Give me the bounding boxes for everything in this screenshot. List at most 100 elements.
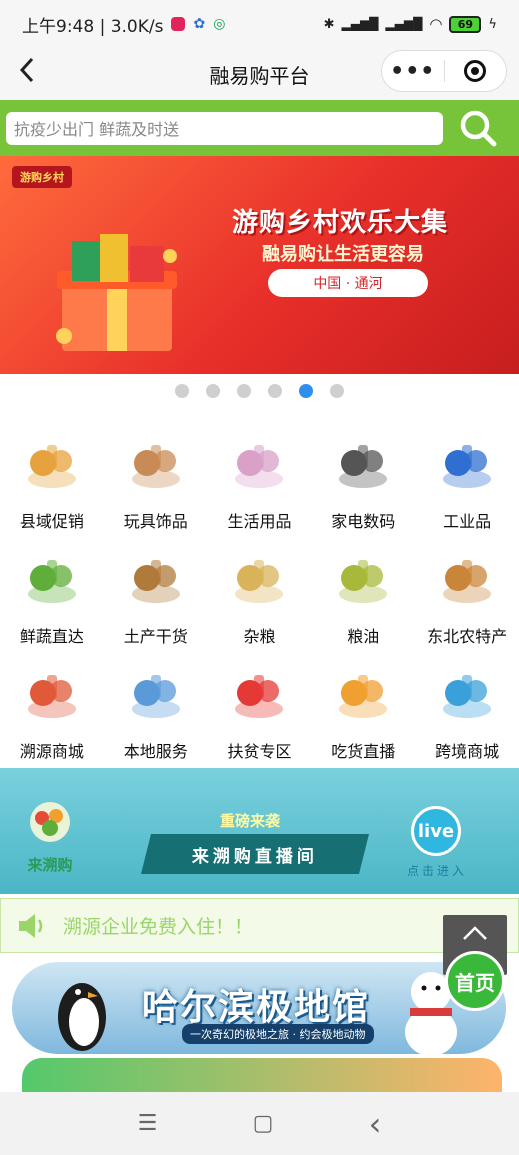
- search-bar: 抗疫少出门 鲜蔬及时送: [0, 100, 519, 156]
- harbin-polar-banner[interactable]: 哈尔滨极地馆 一次奇幻的极地之旅 · 约会极地动物: [12, 962, 506, 1054]
- teddy-bear-icon: [126, 434, 186, 494]
- signal-icon: ▂▄▆█: [341, 17, 379, 31]
- category-item[interactable]: 扶贫专区: [208, 654, 312, 769]
- specialty-basket-icon: [437, 549, 497, 609]
- category-label: 生活用品: [227, 512, 292, 531]
- category-label: 溯源商城: [19, 742, 84, 761]
- carousel-dot[interactable]: [237, 384, 251, 398]
- category-grid: 县域促销 玩具饰品 生活用品 家电数码 工业品鲜蔬直达 土产干货 杂粮 粮油 东北农特产溯源商城…: [0, 424, 519, 769]
- category-row: 县域促销 玩具饰品 生活用品 家电数码 工业品: [0, 424, 519, 539]
- chevron-up-icon: [463, 926, 487, 940]
- carousel-dot[interactable]: [175, 384, 189, 398]
- live-tag: 重磅来袭: [220, 812, 281, 830]
- harbin-subtitle: 一次奇幻的极地之旅 · 约会极地动物: [182, 1024, 374, 1044]
- toiletries-icon: [229, 434, 289, 494]
- category-item[interactable]: 吃货直播: [311, 654, 415, 769]
- gears-icon: [437, 434, 497, 494]
- category-item[interactable]: 杂粮: [208, 539, 312, 654]
- category-item[interactable]: 粮油: [311, 539, 415, 654]
- category-item[interactable]: 溯源商城: [0, 654, 104, 769]
- category-item[interactable]: 跨境商城: [415, 654, 519, 769]
- category-item[interactable]: 本地服务: [104, 654, 208, 769]
- live-stream-banner[interactable]: 来溯购 重磅来袭 来溯购直播间 live 点击进入: [0, 768, 519, 894]
- chevron-left-icon[interactable]: [18, 56, 36, 92]
- category-label: 东北农特产: [427, 627, 508, 646]
- category-item[interactable]: 县域促销: [0, 424, 104, 539]
- search-placeholder: 抗疫少出门 鲜蔬及时送: [14, 120, 180, 139]
- carousel-dot[interactable]: [268, 384, 282, 398]
- banner-tagline: 融易购让生活更容易: [262, 244, 424, 265]
- search-input[interactable]: 抗疫少出门 鲜蔬及时送: [6, 111, 443, 145]
- category-label: 玩具饰品: [123, 512, 188, 531]
- back-icon[interactable]: ‹: [369, 1105, 382, 1143]
- notice-text: 溯源企业免费入住！！: [63, 916, 254, 938]
- category-label: 粮油: [347, 627, 380, 646]
- battery-icon: 69: [449, 15, 482, 33]
- notice-bar[interactable]: 溯源企业免费入住！！: [0, 898, 519, 953]
- globe-plane-icon: [437, 664, 497, 724]
- category-label: 家电数码: [331, 512, 396, 531]
- search-icon[interactable]: [459, 109, 497, 147]
- grains-icon: [229, 549, 289, 609]
- category-item[interactable]: 鲜蔬直达: [0, 539, 104, 654]
- vegetables-icon: [22, 549, 82, 609]
- menu-icon[interactable]: ☰: [138, 1111, 158, 1136]
- fruit-basket-icon: [30, 802, 70, 842]
- target-icon: [464, 60, 487, 82]
- app-icon: ◎: [213, 16, 226, 32]
- status-bar: 上午9:48 | 3.0K/s ✿ ◎ ✱ ▂▄▆█ ▂▄▆█ ◠ 69 ϟ: [0, 0, 519, 48]
- promo-banner[interactable]: 游购乡村 游购乡村欢乐大集 融易购让生活更容易 中国 · 通河: [0, 156, 519, 374]
- live-plate: 来溯购直播间: [141, 834, 369, 874]
- category-item[interactable]: 工业品: [415, 424, 519, 539]
- page-title: 融易购平台: [209, 63, 310, 88]
- floating-actions: 首页: [443, 915, 507, 1011]
- more-options-button[interactable]: •••: [382, 59, 444, 84]
- home-button[interactable]: 首页: [445, 951, 505, 1011]
- category-row: 鲜蔬直达 土产干货 杂粮 粮油 东北农特产: [0, 539, 519, 654]
- category-label: 县域促销: [19, 512, 84, 531]
- live-badge-icon: live: [411, 806, 461, 856]
- category-item[interactable]: 家电数码: [311, 424, 415, 539]
- storefront-icon: [22, 664, 82, 724]
- heart-hands-icon: [229, 664, 289, 724]
- banner-badge: 游购乡村: [12, 166, 72, 188]
- category-label: 工业品: [443, 512, 492, 531]
- category-label: 鲜蔬直达: [19, 627, 84, 646]
- wine-groceries-icon: [22, 434, 82, 494]
- nav-bar: 融易购平台 •••: [0, 48, 519, 100]
- category-item[interactable]: 土产干货: [104, 539, 208, 654]
- carousel-dot-active[interactable]: [299, 384, 313, 398]
- category-item[interactable]: 玩具饰品: [104, 424, 208, 539]
- status-time: 上午9:48 | 3.0K/s: [22, 16, 164, 37]
- signal-icon-2: ▂▄▆█: [385, 17, 423, 31]
- app-notification-icon: [171, 17, 186, 31]
- category-row: 溯源商城 本地服务 扶贫专区 吃货直播 跨境商城: [0, 654, 519, 769]
- oil-bottle-icon: [333, 549, 393, 609]
- close-program-button[interactable]: [445, 60, 507, 82]
- banner-location: 中国 · 通河: [268, 269, 428, 297]
- home-square-icon[interactable]: ▢: [253, 1111, 274, 1136]
- carousel-indicator: [0, 374, 519, 408]
- carousel-dot[interactable]: [206, 384, 220, 398]
- logo-text: 来溯购: [27, 856, 73, 874]
- appliances-icon: [333, 434, 393, 494]
- food-live-icon: [333, 664, 393, 724]
- category-label: 杂粮: [243, 627, 276, 646]
- system-nav-bar: ☰ ▢ ‹: [0, 1092, 519, 1155]
- category-label: 跨境商城: [435, 742, 500, 761]
- category-label: 扶贫专区: [227, 742, 292, 761]
- category-item[interactable]: 生活用品: [208, 424, 312, 539]
- paw-icon: ✿: [193, 16, 206, 32]
- wifi-icon: ◠: [429, 15, 443, 33]
- carousel-dot[interactable]: [330, 384, 344, 398]
- harbin-title: 哈尔滨极地馆: [142, 987, 371, 1028]
- charging-icon: ϟ: [488, 16, 497, 32]
- banner-headline: 游购乡村欢乐大集: [232, 208, 449, 238]
- bluetooth-icon: ✱: [323, 16, 335, 32]
- gift-box-icon: [56, 234, 177, 351]
- category-item[interactable]: 东北农特产: [415, 539, 519, 654]
- live-plate-text: 来溯购直播间: [192, 846, 318, 867]
- category-label: 本地服务: [123, 742, 188, 761]
- laisugou-logo: 来溯购: [22, 798, 78, 875]
- mini-program-capsule: •••: [381, 50, 507, 92]
